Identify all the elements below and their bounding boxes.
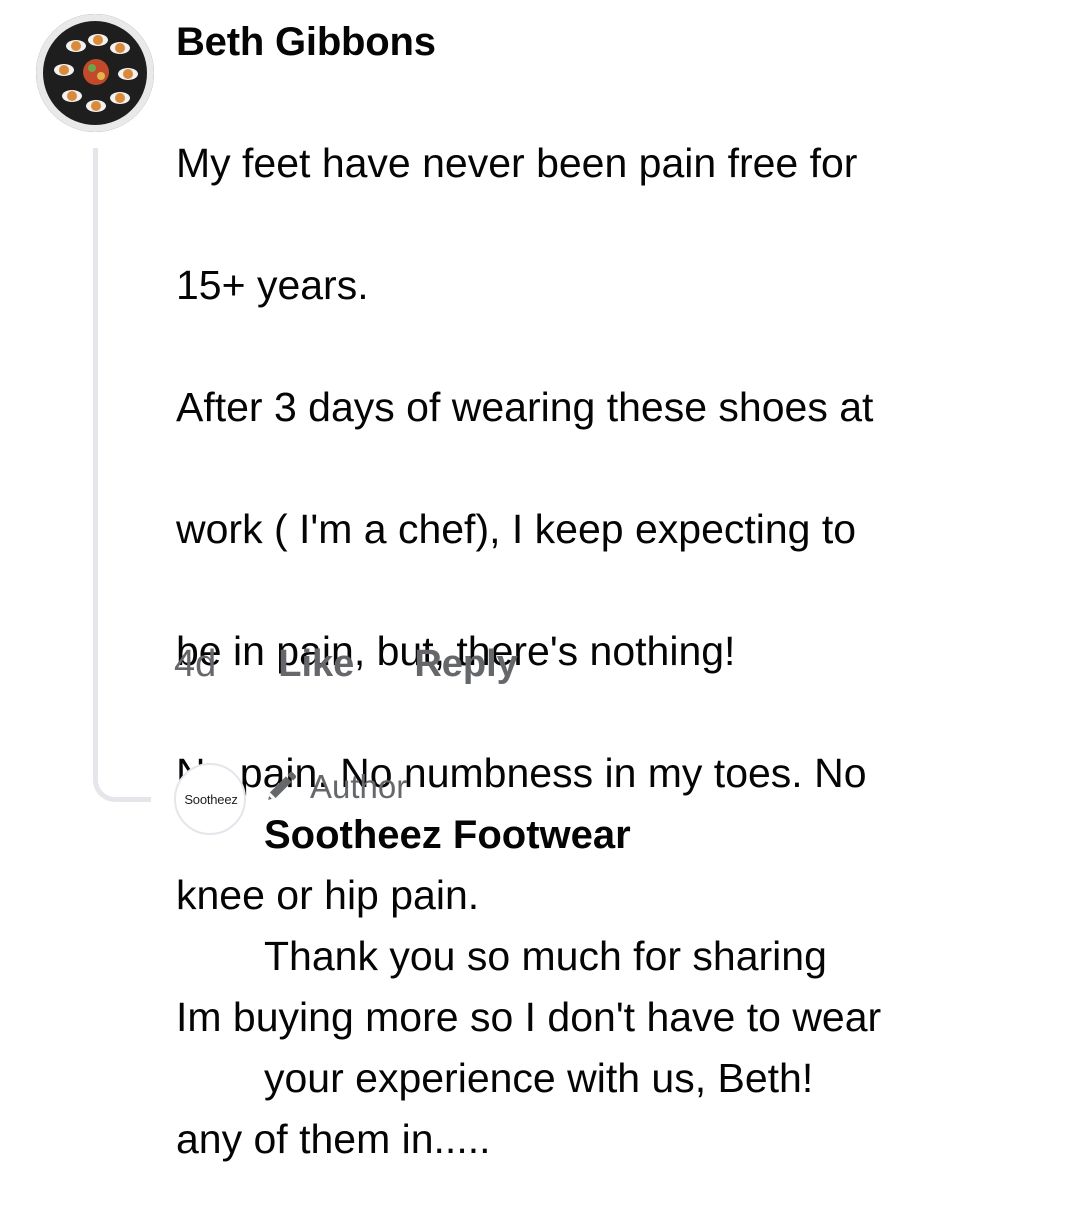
comment-line: My feet have never been pain free for <box>176 140 858 186</box>
page-avatar[interactable]: Sootheez <box>174 763 246 835</box>
reply-body: Thank you so much for sharing your exper… <box>264 865 1064 1170</box>
comment-line: 15+ years. <box>176 262 369 308</box>
page-avatar-logo-text: Sootheez <box>184 791 238 807</box>
comment-author-name[interactable]: Beth Gibbons <box>176 16 1056 68</box>
pencil-icon <box>264 770 298 804</box>
author-badge: Author <box>264 765 1064 809</box>
comment-line: work ( I'm a chef), I keep expecting to <box>176 506 857 552</box>
commenter-avatar[interactable] <box>36 14 154 132</box>
reply-button[interactable]: Reply <box>414 638 517 690</box>
comment-timestamp[interactable]: 4d <box>174 638 216 690</box>
author-badge-label: Author <box>310 768 408 805</box>
comment-actions: 4d Like Reply <box>174 638 518 690</box>
reply-line: your experience with us, Beth! <box>264 1055 814 1101</box>
reply-line: Thank you so much for sharing <box>264 933 827 979</box>
reply-author-name[interactable]: Sootheez Footwear <box>264 809 1064 861</box>
like-button[interactable]: Like <box>278 638 354 690</box>
comment-line: After 3 days of wearing these shoes at <box>176 384 874 430</box>
reply-comment: Author Sootheez Footwear Thank you so mu… <box>264 765 1064 1170</box>
thread-connector <box>93 148 151 802</box>
